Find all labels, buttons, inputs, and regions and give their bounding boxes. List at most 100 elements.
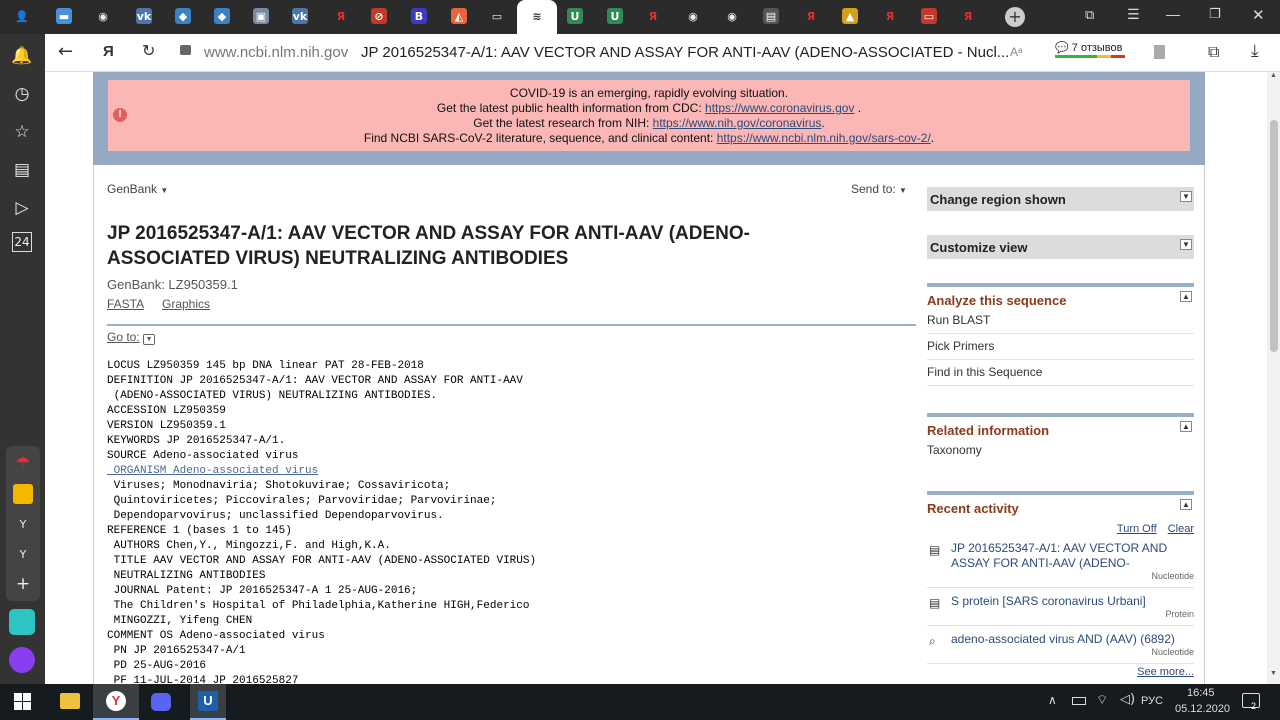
- download-icon[interactable]: ⤓: [1251, 41, 1259, 61]
- sidebar-link[interactable]: Run BLAST: [927, 308, 1194, 334]
- yandex-app-icon[interactable]: Y: [9, 510, 37, 538]
- turn-off-link[interactable]: Turn Off: [1117, 523, 1157, 535]
- scroll-up-icon[interactable]: ▲: [1267, 72, 1280, 84]
- browser-tab[interactable]: ▣: [248, 2, 274, 30]
- goto-dropdown[interactable]: Go to: ▼: [107, 330, 156, 345]
- browser-tab[interactable]: Я: [328, 2, 354, 30]
- nih-link[interactable]: https://www.nih.gov/coronavirus: [653, 116, 822, 130]
- lock-icon[interactable]: [180, 45, 191, 55]
- bookmark-icon[interactable]: [1154, 45, 1165, 59]
- browser-tab[interactable]: ◉: [90, 2, 116, 30]
- recent-activity-item[interactable]: ▤ JP 2016525347-A/1: AAV VECTOR AND ASSAY…: [927, 535, 1194, 588]
- browser-tab[interactable]: 👤: [9, 2, 35, 30]
- sidebar-link[interactable]: Pick Primers: [927, 334, 1194, 360]
- cdc-link[interactable]: https://www.coronavirus.gov: [705, 101, 854, 115]
- scroll-thumb[interactable]: [1270, 120, 1278, 352]
- market-icon[interactable]: [9, 480, 37, 508]
- browser-tab[interactable]: vk: [131, 2, 157, 30]
- collapse-icon[interactable]: ▲: [1180, 421, 1192, 432]
- history-icon[interactable]: ◷: [8, 80, 36, 108]
- browser-tab[interactable]: U: [562, 2, 588, 30]
- reload-icon[interactable]: ↻: [142, 41, 155, 60]
- close-icon[interactable]: ✕: [1252, 6, 1265, 24]
- collections-icon[interactable]: ▤: [8, 156, 36, 184]
- discord-icon[interactable]: [151, 693, 171, 711]
- scroll-down-icon[interactable]: ▼: [1267, 670, 1280, 682]
- page-title-in-address[interactable]: JP 2016525347-A/1: AAV VECTOR AND ASSAY …: [361, 44, 1009, 61]
- organism-link[interactable]: ORGANISM Adeno-associated virus: [107, 464, 536, 479]
- see-more-link[interactable]: See more...: [927, 666, 1194, 678]
- url-host[interactable]: www.ncbi.nlm.nih.gov: [204, 44, 348, 61]
- browser-tab[interactable]: Я: [877, 2, 903, 30]
- browser-tab[interactable]: B: [406, 2, 432, 30]
- notifications-icon[interactable]: 🔔: [8, 42, 36, 70]
- language-indicator[interactable]: РУС: [1141, 695, 1163, 707]
- sars-cov-2-link[interactable]: https://www.ncbi.nlm.nih.gov/sars-cov-2/: [717, 131, 931, 145]
- recent-activity-item[interactable]: ▤ S protein [SARS coronavirus Urbani] Prot…: [927, 588, 1194, 626]
- browser-tab[interactable]: ⊘: [366, 2, 392, 30]
- tab-manager-icon[interactable]: ⧉: [1085, 8, 1094, 23]
- browser-tab[interactable]: ◆: [209, 2, 235, 30]
- browser-tab[interactable]: ▭: [484, 2, 510, 30]
- media-play-icon[interactable]: ▷: [8, 194, 36, 222]
- new-tab-button[interactable]: +: [1005, 7, 1025, 27]
- browser-tab[interactable]: vk: [287, 2, 313, 30]
- alice-icon[interactable]: [8, 646, 36, 674]
- wifi-icon[interactable]: ⌔: [1096, 692, 1108, 708]
- battery-icon[interactable]: [1072, 697, 1086, 705]
- file-explorer-icon[interactable]: [60, 693, 80, 709]
- fasta-link[interactable]: FASTA: [107, 297, 144, 311]
- volume-icon[interactable]: ◁): [1120, 692, 1135, 707]
- clock-date[interactable]: 05.12.2020: [1175, 703, 1230, 715]
- windows-start-icon[interactable]: [14, 693, 31, 710]
- browser-tab[interactable]: ◉: [719, 2, 745, 30]
- menu-icon[interactable]: ☰: [1127, 7, 1140, 23]
- scrollbar[interactable]: ▲ ▼: [1267, 72, 1280, 684]
- collapse-icon[interactable]: ▲: [1180, 291, 1192, 302]
- graphics-link[interactable]: Graphics: [162, 297, 210, 311]
- browser-tab[interactable]: ▤: [758, 2, 784, 30]
- change-region-header[interactable]: Change region shown ▼: [927, 187, 1194, 211]
- restore-icon[interactable]: ❐: [1209, 7, 1221, 22]
- chevron-down-icon[interactable]: ▼: [1180, 239, 1192, 250]
- reviews-badge[interactable]: 💬 7 отзывов: [1055, 41, 1125, 58]
- browser-tab[interactable]: Я: [955, 2, 981, 30]
- u-icon: U: [607, 8, 623, 24]
- browser-tab[interactable]: Я: [640, 2, 666, 30]
- u-app-taskbar-icon[interactable]: U: [190, 684, 226, 720]
- yandex-browser-taskbar-icon[interactable]: Y: [93, 684, 139, 720]
- banner-text: Get the latest public health information…: [436, 101, 706, 115]
- browser-tab[interactable]: ▲: [837, 2, 863, 30]
- sidebar-link[interactable]: Taxonomy: [927, 438, 1194, 463]
- recent-activity-item[interactable]: ⌕ adeno-associated virus AND (AAV) (6892)…: [927, 626, 1194, 664]
- yandex-app-icon-2[interactable]: Y: [9, 540, 37, 568]
- yandex-icon[interactable]: Я: [103, 43, 114, 60]
- back-icon[interactable]: ←: [58, 41, 73, 62]
- format-dropdown[interactable]: GenBank ▼: [107, 182, 168, 196]
- translate-icon[interactable]: Aᵃ: [1010, 45, 1022, 59]
- sidebar-link[interactable]: Find in this Sequence: [927, 360, 1194, 386]
- browser-tab[interactable]: ◉: [680, 2, 706, 30]
- banner-text: .: [821, 116, 825, 130]
- customize-view-header[interactable]: Customize view ▼: [927, 235, 1194, 259]
- browser-tab[interactable]: Я: [798, 2, 824, 30]
- play-app-icon[interactable]: [8, 608, 36, 636]
- collapse-icon[interactable]: ▲: [1180, 499, 1192, 510]
- browser-tab[interactable]: U: [602, 2, 628, 30]
- add-app-icon[interactable]: +: [9, 570, 37, 598]
- browser-tab[interactable]: ◆: [170, 2, 196, 30]
- browser-tab[interactable]: ◭: [446, 2, 472, 30]
- browser-tab[interactable]: ≋: [524, 2, 550, 30]
- tray-chevron-icon[interactable]: ∧: [1048, 693, 1057, 707]
- clear-link[interactable]: Clear: [1168, 523, 1194, 535]
- bookmarks-star-icon[interactable]: ☆: [8, 118, 36, 146]
- collections-icon[interactable]: ⧉: [1208, 42, 1219, 62]
- send-to-dropdown[interactable]: Send to: ▼: [851, 182, 907, 196]
- clock-time[interactable]: 16:45: [1187, 687, 1215, 699]
- browser-tab[interactable]: ▭: [916, 2, 942, 30]
- minimize-icon[interactable]: —: [1166, 6, 1180, 22]
- news-24-icon[interactable]: 24: [12, 232, 32, 252]
- browser-tab[interactable]: ▬: [51, 2, 77, 30]
- chevron-down-icon[interactable]: ▼: [1180, 191, 1192, 202]
- weather-umbrella-icon[interactable]: ☂: [9, 450, 37, 478]
